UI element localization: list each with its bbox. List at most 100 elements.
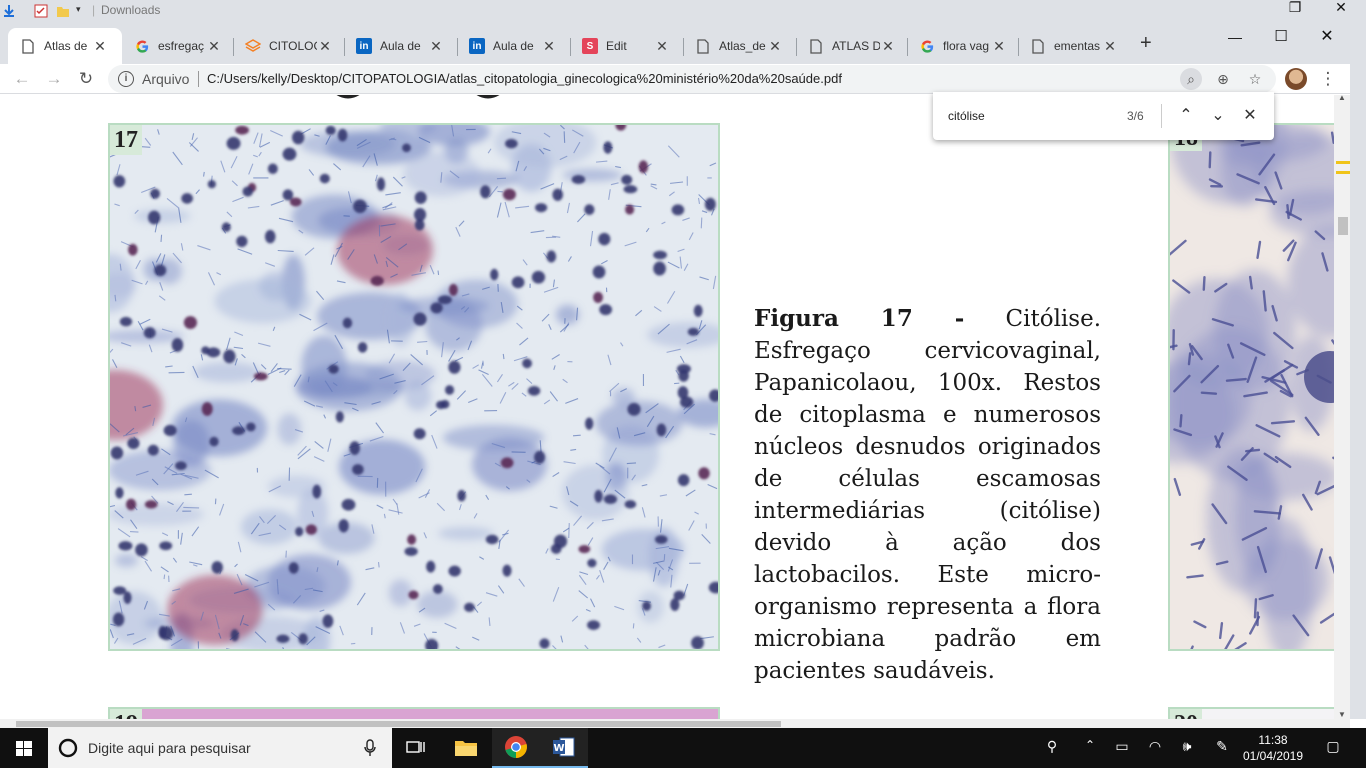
tab-ementas[interactable]: ementas ✕ [1018, 28, 1128, 64]
vertical-scrollbar[interactable]: ▲ ▼ [1334, 93, 1350, 719]
tab-strip: Atlas de ✕ esfregaç ✕ CITOLOG ✕ in Aula … [0, 22, 1366, 64]
tab-aula-de-1[interactable]: in Aula de ✕ [344, 28, 456, 64]
folder-icon[interactable] [56, 4, 70, 18]
close-window-icon[interactable]: ✕ [1304, 22, 1350, 52]
tab-title: flora vag [943, 39, 990, 53]
wifi-icon[interactable]: ◠ [1143, 738, 1167, 755]
close-tab-icon[interactable]: ✕ [92, 38, 108, 55]
close-tab-icon[interactable]: ✕ [206, 38, 222, 55]
tab-atlas-de[interactable]: Atlas de ✕ [8, 28, 122, 64]
tab-aula-de-2[interactable]: in Aula de ✕ [457, 28, 569, 64]
reload-icon[interactable]: ↻ [74, 67, 98, 91]
browser-toolbar: ← → ↻ i Arquivo C:/Users/kelly/Desktop/C… [0, 64, 1366, 94]
find-next-icon[interactable]: ⌄ [1206, 104, 1230, 128]
close-tab-icon[interactable]: ✕ [767, 38, 783, 55]
tab-title: ementas [1054, 39, 1101, 53]
tab-citologia[interactable]: CITOLOG ✕ [233, 28, 343, 64]
zoom-icon[interactable]: ⊕ [1212, 68, 1234, 90]
scrollbar-thumb[interactable] [16, 721, 781, 727]
chrome-button[interactable] [492, 728, 540, 768]
tab-title: Atlas_de [719, 39, 766, 53]
tab-title: ATLAS DI [832, 39, 880, 53]
checklist-icon[interactable] [34, 4, 48, 18]
people-icon[interactable]: ⚲ [1040, 738, 1064, 755]
security-label: Arquivo [142, 71, 190, 87]
restore-small-icon[interactable]: ❐ [1272, 0, 1318, 22]
clock[interactable]: 11:38 01/04/2019 [1232, 732, 1314, 764]
close-find-icon[interactable]: ✕ [1238, 104, 1262, 128]
pdf-viewer: 17 Figura 17 - Citólise. Esfregaço cervi… [0, 95, 1334, 719]
bookmark-star-icon[interactable]: ☆ [1244, 68, 1266, 90]
caption-text: Citólise. Esfregaço cervicovaginal, Papa… [754, 306, 1102, 684]
figure-18-micrograph: 18 [1168, 123, 1334, 651]
svg-text:W: W [553, 743, 564, 754]
find-result-count: 3/6 [1127, 109, 1144, 123]
tab-title: CITOLOG [269, 39, 317, 53]
tab-title: esfregaç [158, 39, 205, 53]
file-explorer-button[interactable] [442, 728, 490, 768]
scroll-down-icon[interactable]: ▼ [1334, 710, 1350, 719]
battery-icon[interactable]: ▭ [1110, 738, 1134, 755]
windows-taskbar: Digite aqui para pesquisar W ⚲ ⌃ ▭ ◠ 🕪 ✎… [0, 728, 1366, 768]
scroll-up-icon[interactable]: ▲ [1334, 93, 1350, 102]
forward-arrow-icon[interactable]: → [42, 67, 66, 91]
folder-icon [455, 741, 477, 756]
pen-icon[interactable]: ✎ [1210, 738, 1234, 755]
find-input[interactable]: citólise [948, 109, 985, 123]
task-view-button[interactable] [392, 728, 440, 768]
search-result-marker [1336, 171, 1350, 174]
tab-esfregaco[interactable]: esfregaç ✕ [122, 28, 232, 64]
show-hidden-icons[interactable]: ⌃ [1078, 738, 1102, 752]
minimize-icon[interactable]: — [1212, 22, 1258, 52]
cortana-circle-icon [58, 738, 78, 758]
tab-title: Edit [606, 39, 627, 53]
stack-icon [245, 38, 261, 54]
tab-title: Aula de [493, 39, 534, 53]
word-button[interactable]: W [540, 728, 588, 768]
notifications-icon[interactable]: ▢ [1321, 738, 1345, 755]
close-small-icon[interactable]: ✕ [1318, 0, 1364, 22]
dropdown-caret-icon[interactable]: ▾ [76, 4, 81, 15]
download-arrow-icon[interactable] [2, 4, 16, 18]
address-bar[interactable]: i Arquivo C:/Users/kelly/Desktop/CITOPAT… [108, 65, 1276, 93]
microphone-icon[interactable] [363, 739, 377, 757]
profile-avatar[interactable] [1285, 68, 1307, 90]
tab-edit[interactable]: S Edit ✕ [570, 28, 682, 64]
tab-flora-vag[interactable]: flora vag ✕ [907, 28, 1017, 64]
downloads-label: Downloads [101, 3, 161, 17]
document-icon [695, 38, 711, 54]
close-tab-icon[interactable]: ✕ [317, 38, 333, 55]
start-button[interactable] [0, 728, 48, 768]
info-icon[interactable]: i [118, 71, 134, 87]
caption-label: Figura 17 - [754, 305, 965, 332]
menu-dots-icon[interactable]: ⋮ [1316, 67, 1340, 91]
close-tab-icon[interactable]: ✕ [880, 38, 896, 55]
close-tab-icon[interactable]: ✕ [541, 38, 557, 55]
word-icon: W [553, 737, 575, 757]
back-arrow-icon[interactable]: ← [10, 67, 34, 91]
figure-20-micrograph: 20 [1168, 707, 1334, 719]
figure-19-micrograph: 19 [108, 707, 720, 719]
close-tab-icon[interactable]: ✕ [428, 38, 444, 55]
close-tab-icon[interactable]: ✕ [991, 38, 1007, 55]
desktop-top-strip: ▾ | Downloads ❐ ✕ [0, 0, 1366, 22]
maximize-icon[interactable]: ☐ [1258, 22, 1304, 52]
divider [1161, 104, 1162, 128]
heading-fragment [337, 95, 499, 99]
close-tab-icon[interactable]: ✕ [1102, 38, 1118, 55]
find-in-page-icon[interactable]: ⌕ [1180, 68, 1202, 90]
find-previous-icon[interactable]: ⌃ [1174, 104, 1198, 128]
new-tab-button[interactable]: + [1140, 32, 1152, 55]
scrollbar-thumb[interactable] [1338, 217, 1348, 235]
taskbar-search[interactable]: Digite aqui para pesquisar [48, 728, 392, 768]
volume-icon[interactable]: 🕪 [1175, 738, 1199, 755]
horizontal-scrollbar[interactable] [0, 719, 1350, 728]
google-icon [919, 38, 935, 54]
document-icon [808, 38, 824, 54]
close-tab-icon[interactable]: ✕ [654, 38, 670, 55]
figure-number: 17 [110, 125, 142, 155]
clock-time: 11:38 [1258, 733, 1288, 747]
tab-atlas-de-2[interactable]: Atlas_de ✕ [683, 28, 795, 64]
url-text[interactable]: C:/Users/kelly/Desktop/CITOPATOLOGIA/atl… [207, 71, 842, 86]
tab-atlas-di[interactable]: ATLAS DI ✕ [796, 28, 906, 64]
